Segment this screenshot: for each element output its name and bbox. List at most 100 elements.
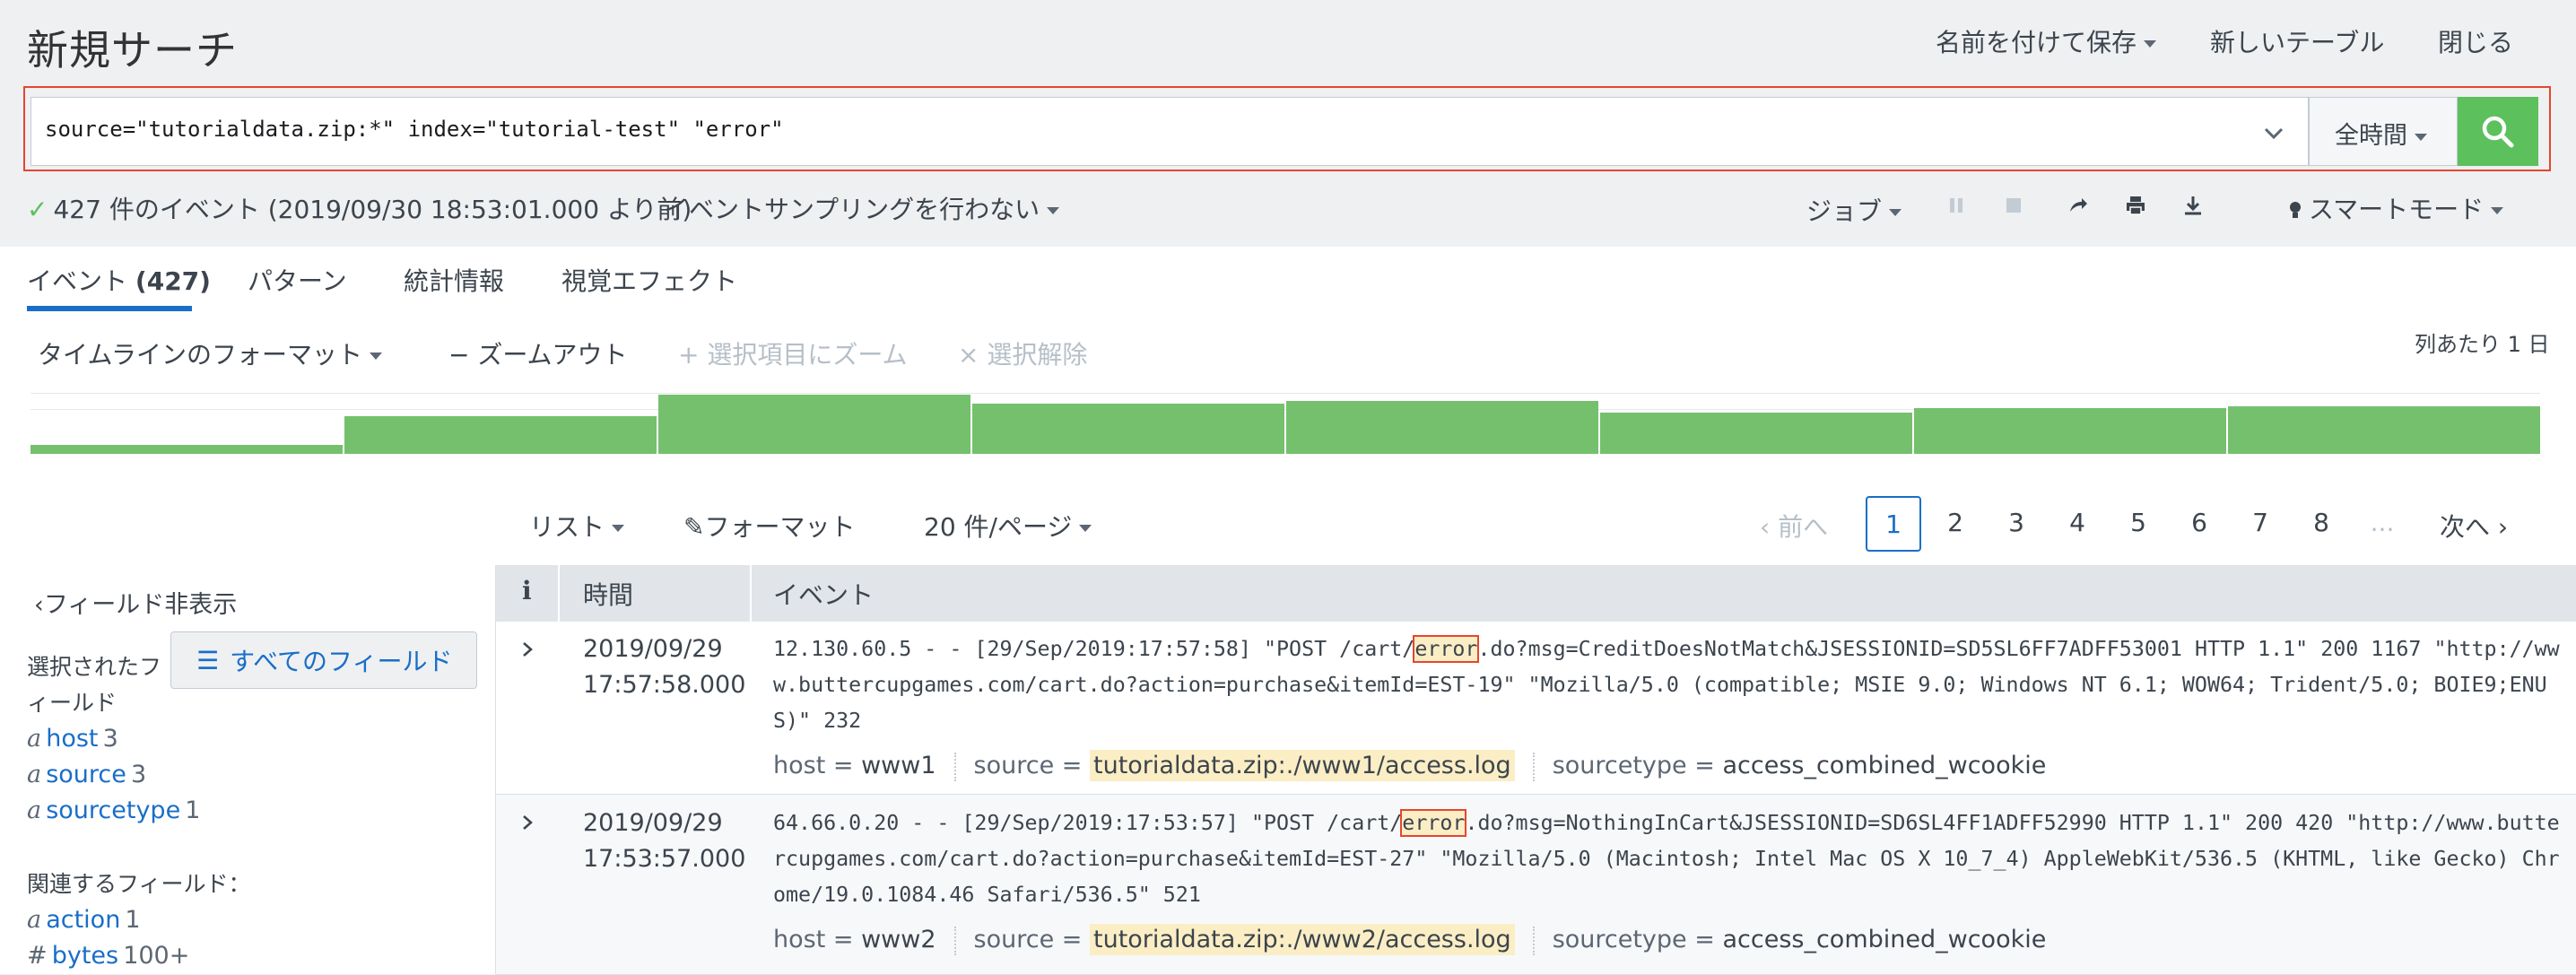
tab-events-count: (427) <box>135 266 211 296</box>
field-item-source[interactable]: a source 3 <box>27 761 146 788</box>
event-timestamp[interactable]: 2019/09/29 17:53:57.000 <box>583 805 745 877</box>
search-term-highlight[interactable]: error <box>1413 635 1480 663</box>
job-menu[interactable]: ジョブ <box>1806 192 1902 228</box>
format-label: フォーマット <box>704 512 856 542</box>
search-button[interactable] <box>2458 97 2538 166</box>
chevron-right-icon[interactable] <box>518 640 536 658</box>
event-timestamp[interactable]: 2019/09/29 17:57:58.000 <box>583 631 745 703</box>
column-divider <box>750 565 752 622</box>
sourcetype-value[interactable]: access_combined_wcookie <box>1722 752 2046 779</box>
new-table-link[interactable]: 新しいテーブル <box>2210 23 2384 59</box>
pause-icon[interactable] <box>1945 194 1968 217</box>
sampling-menu[interactable]: イベントサンプリングを行わない <box>664 190 1060 226</box>
page-ellipsis: ... <box>2370 508 2395 537</box>
zoom-out-button[interactable]: − ズームアウト <box>448 335 628 371</box>
view-mode-label: リスト <box>529 512 605 542</box>
field-key: source = <box>973 752 1083 779</box>
save-as-menu[interactable]: 名前を付けて保存 <box>1936 23 2157 59</box>
deselect-button[interactable]: × 選択解除 <box>958 335 1087 371</box>
timeline-bar[interactable] <box>1286 400 1598 454</box>
field-separator <box>953 926 956 955</box>
per-page-menu[interactable]: 20 件/ページ <box>924 508 1092 544</box>
source-value[interactable]: tutorialdata.zip:./www2/access.log <box>1090 924 1515 955</box>
next-page-label: 次へ <box>2440 512 2491 542</box>
column-time-header[interactable]: 時間 <box>583 576 633 612</box>
timeline-scale-label: 列あたり 1 日 <box>2415 332 2550 357</box>
tab-statistics[interactable]: 統計情報 <box>404 262 504 298</box>
timeline-bar[interactable] <box>30 445 343 454</box>
tab-visualization[interactable]: 視覚エフェクト <box>561 262 737 298</box>
field-item-bytes[interactable]: # bytes 100+ <box>27 942 189 970</box>
deselect-label: 選択解除 <box>987 340 1088 370</box>
search-query-text: source="tutorialdata.zip:*" index="tutor… <box>45 117 784 142</box>
field-key: host = <box>773 752 854 779</box>
field-key: sourcetype = <box>1552 926 1715 953</box>
timeline-format-menu[interactable]: タイムラインのフォーマット <box>38 335 383 371</box>
page-2-button[interactable]: 2 <box>1928 508 1982 537</box>
host-value[interactable]: www2 <box>861 926 936 953</box>
event-fields-line: host = www2 source = tutorialdata.zip:./w… <box>773 924 2046 955</box>
field-item-action[interactable]: a action 1 <box>27 906 141 934</box>
share-icon[interactable] <box>2067 194 2090 217</box>
chevron-right-icon[interactable] <box>518 814 536 831</box>
field-item-host[interactable]: a host 3 <box>27 725 118 753</box>
timeline-bar[interactable] <box>2228 406 2540 454</box>
time-range-picker[interactable]: 全時間 <box>2309 97 2458 166</box>
source-value[interactable]: tutorialdata.zip:./www1/access.log <box>1090 750 1515 781</box>
page-7-button[interactable]: 7 <box>2233 508 2287 537</box>
selected-fields-heading-line2: ィールド <box>27 690 117 716</box>
host-value[interactable]: www1 <box>861 752 936 779</box>
search-icon <box>2482 116 2514 147</box>
chevron-down-icon <box>612 525 625 532</box>
chevron-down-icon[interactable] <box>2260 120 2287 147</box>
page-4-button[interactable]: 4 <box>2050 508 2104 537</box>
field-separator <box>953 752 956 781</box>
next-page-button[interactable]: 次へ › <box>2440 508 2508 544</box>
timeline-bar[interactable] <box>1914 408 2226 454</box>
tab-patterns[interactable]: パターン <box>248 262 347 298</box>
view-mode-menu[interactable]: リスト <box>529 508 625 544</box>
timeline-bar[interactable] <box>658 395 970 454</box>
save-as-label: 名前を付けて保存 <box>1936 28 2137 57</box>
zoom-selection-button[interactable]: + 選択項目にズーム <box>678 335 908 371</box>
related-fields-heading: 関連するフィールド： <box>27 871 251 897</box>
timeline-histogram[interactable] <box>30 395 2540 454</box>
hide-fields-toggle[interactable]: ‹フィールド非表示 <box>34 585 237 620</box>
tab-bar <box>0 247 2576 315</box>
zoom-out-label: ズームアウト <box>477 340 628 370</box>
per-page-label: 20 件/ページ <box>924 512 1073 542</box>
search-term-highlight[interactable]: error <box>1400 809 1467 837</box>
timeline-bar[interactable] <box>344 416 657 454</box>
close-link[interactable]: 閉じる <box>2438 23 2513 59</box>
page-3-button[interactable]: 3 <box>1989 508 2043 537</box>
field-key: sourcetype = <box>1552 752 1715 779</box>
selected-fields-heading: 選択されたフ ィールド <box>27 649 161 721</box>
event-text-prefix: 64.66.0.20 - - [29/Sep/2019:17:53:57] "P… <box>773 811 1403 835</box>
export-icon[interactable] <box>2181 194 2205 217</box>
tab-events[interactable]: イベント (427) <box>27 262 211 298</box>
search-mode-menu[interactable]: スマートモード <box>2289 190 2504 226</box>
field-count: 100+ <box>123 942 190 970</box>
print-icon[interactable] <box>2124 194 2147 217</box>
timeline-bar[interactable] <box>972 403 1284 454</box>
prev-page-button[interactable]: ‹ 前へ <box>1760 508 1828 544</box>
page-1-button[interactable]: 1 <box>1866 496 1921 552</box>
pencil-icon: ✎ <box>683 512 705 542</box>
page-5-button[interactable]: 5 <box>2111 508 2165 537</box>
field-name: action <box>46 906 121 934</box>
all-fields-button[interactable]: ☰ すべてのフィールド <box>170 631 477 689</box>
field-type-indicator: a <box>27 906 42 934</box>
result-summary: 427 件のイベント (2019/09/30 18:53:01.000 より前) <box>53 195 692 224</box>
page-8-button[interactable]: 8 <box>2294 508 2348 537</box>
page-6-button[interactable]: 6 <box>2172 508 2226 537</box>
field-count: 3 <box>102 725 118 753</box>
field-type-indicator: a <box>27 761 42 788</box>
field-name: bytes <box>51 942 119 970</box>
format-button[interactable]: ✎フォーマット <box>683 508 855 544</box>
lightbulb-icon <box>2290 202 2301 218</box>
check-icon: ✓ <box>27 195 48 224</box>
stop-icon[interactable] <box>2002 194 2025 217</box>
field-item-sourcetype[interactable]: a sourcetype 1 <box>27 797 200 824</box>
sourcetype-value[interactable]: access_combined_wcookie <box>1722 926 2046 953</box>
timeline-bar[interactable] <box>1600 412 1912 454</box>
